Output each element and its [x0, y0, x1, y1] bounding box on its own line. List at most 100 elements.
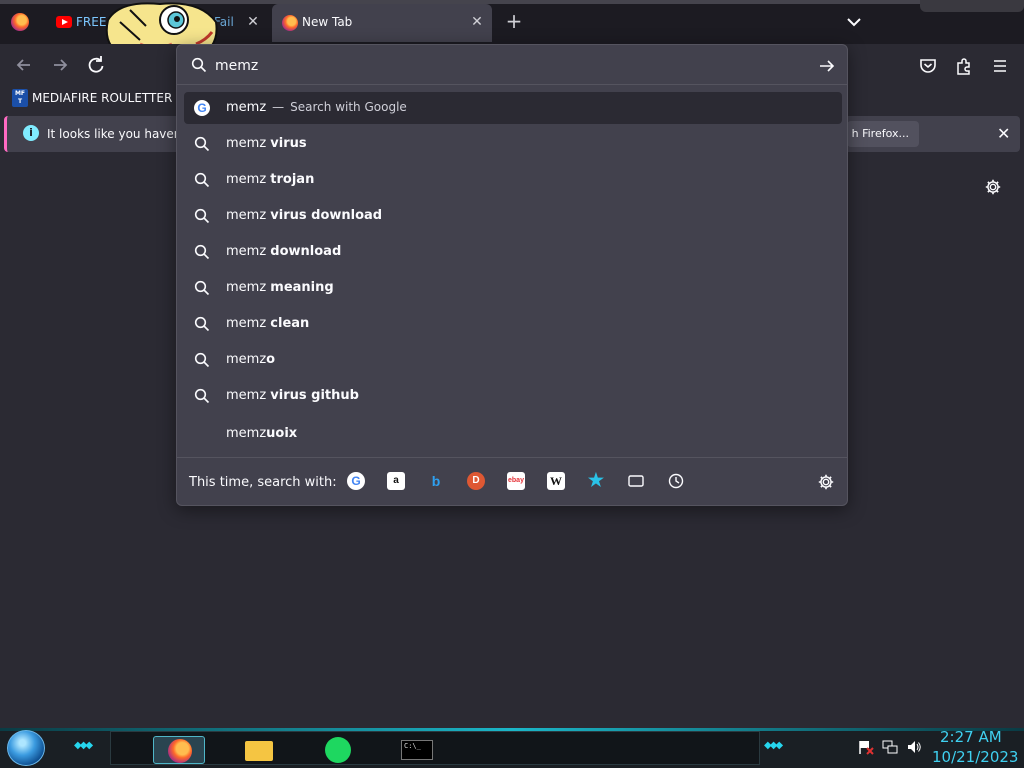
suggestion-completion: clean	[270, 316, 310, 331]
chevron-down-icon	[847, 18, 861, 27]
bookmarks-star-icon[interactable]: ★	[587, 471, 605, 490]
suggestion-text: memz trojan	[226, 172, 314, 187]
tab-close-icon[interactable]: ✕	[244, 13, 262, 31]
search-icon	[194, 352, 210, 368]
suggestion-prefix: memz	[226, 136, 271, 151]
suggestion-prefix: memz	[226, 426, 267, 441]
extensions-button[interactable]	[954, 56, 974, 76]
arrow-right-icon	[820, 60, 835, 72]
suggestion-row[interactable]: memzuoix	[184, 418, 842, 450]
clock-date[interactable]: 10/21/2023	[932, 748, 1018, 766]
close-icon[interactable]: ✕	[997, 124, 1010, 143]
arrow-right-icon	[54, 59, 68, 71]
suggestion-completion: o	[266, 352, 276, 367]
taskbar-terminal[interactable]: C:\_	[393, 736, 445, 764]
suggestion-text: memz clean	[226, 316, 309, 331]
suggestion-row[interactable]: memz virus	[184, 128, 842, 160]
suggestion-row[interactable]: memz virus github	[184, 380, 842, 412]
action-center-flag-icon[interactable]	[858, 739, 874, 755]
search-icon	[191, 57, 207, 73]
firefox-icon	[282, 15, 298, 31]
reload-button[interactable]	[82, 51, 110, 79]
window-corner-decoration	[920, 0, 1024, 12]
tab-close-icon[interactable]: ✕	[468, 13, 486, 31]
suggestion-text: memzuoix	[226, 426, 297, 441]
go-button[interactable]	[817, 56, 837, 76]
search-settings-button[interactable]	[817, 473, 835, 491]
terminal-icon: C:\_	[401, 740, 433, 760]
suggestion-text: memz download	[226, 244, 341, 259]
firefox-icon	[168, 739, 192, 763]
urlbar	[177, 45, 847, 85]
taskbar-file-explorer[interactable]	[233, 736, 285, 764]
suggestion-action: Search with Google	[290, 100, 407, 114]
google-icon: G	[194, 100, 210, 116]
google-icon[interactable]: G	[347, 472, 365, 490]
notification-action-label: h Firefox...	[851, 127, 909, 140]
suggestion-row[interactable]: Gmemz — Search with Google	[184, 92, 842, 124]
taskbar-firefox[interactable]	[153, 736, 205, 764]
pocket-icon	[920, 59, 936, 73]
bookmark-mediafire-rouletter[interactable]: MEDIAFIRE ROULETTER	[32, 91, 172, 105]
tabs-icon[interactable]	[627, 472, 645, 490]
suggestion-prefix: memz	[226, 388, 271, 403]
notification-message: It looks like you haven't s	[47, 127, 181, 141]
hamburger-menu-icon	[994, 60, 1006, 72]
suggestion-row[interactable]: memz download	[184, 236, 842, 268]
search-icon	[194, 316, 210, 332]
suggestion-row[interactable]: memz virus download	[184, 200, 842, 232]
newtab-settings-button[interactable]	[984, 178, 1002, 196]
suggestion-row[interactable]: memz meaning	[184, 272, 842, 304]
start-button[interactable]	[7, 730, 45, 766]
suggestion-text: memz virus github	[226, 388, 359, 403]
suggestion-prefix: memz	[226, 244, 271, 259]
urlbar-input[interactable]	[215, 56, 805, 76]
history-icon[interactable]	[667, 472, 685, 490]
suggestion-text: memz virus	[226, 136, 307, 151]
search-icon	[194, 280, 210, 296]
taskbar-spotify[interactable]	[313, 736, 365, 764]
gear-icon	[985, 179, 1001, 195]
mediafire-icon: MF T	[12, 89, 28, 107]
arrow-left-icon	[16, 59, 30, 71]
reload-icon	[88, 56, 104, 73]
suggestion-prefix: memz	[226, 172, 271, 187]
suggestion-prefix: memz	[226, 280, 271, 295]
amazon-icon[interactable]: a	[387, 472, 405, 490]
gear-icon	[818, 474, 834, 490]
suggestion-prefix: memz	[226, 316, 271, 331]
tab-new-tab[interactable]: New Tab ✕	[272, 4, 492, 42]
info-icon: i	[23, 125, 39, 141]
suggestion-text: memz virus download	[226, 208, 382, 223]
clock-time[interactable]: 2:27 AM	[940, 728, 1002, 746]
search-icon	[194, 208, 210, 224]
suggestion-text: memzo	[226, 352, 275, 367]
bing-icon[interactable]: b	[427, 472, 445, 490]
volume-icon[interactable]	[906, 739, 922, 755]
new-tab-button[interactable]: +	[504, 11, 524, 32]
wikipedia-icon[interactable]: W	[547, 472, 565, 490]
network-icon[interactable]	[882, 739, 898, 755]
duckduckgo-icon[interactable]: D	[467, 472, 485, 490]
notification-action-button[interactable]: h Firefox...	[847, 121, 919, 147]
suggestion-completion: virus download	[270, 208, 383, 223]
suggestion-row[interactable]: memz trojan	[184, 164, 842, 196]
firefox-view-icon[interactable]	[11, 13, 29, 31]
back-button[interactable]	[10, 51, 38, 79]
forward-button[interactable]	[46, 51, 74, 79]
list-all-tabs-button[interactable]	[844, 12, 864, 32]
ebay-icon[interactable]: ebay	[507, 472, 525, 490]
puzzle-icon	[957, 58, 970, 75]
suggestion-completion: download	[270, 244, 342, 259]
spotify-icon	[325, 737, 351, 763]
suggestion-row[interactable]: memz clean	[184, 308, 842, 340]
file-explorer-icon	[245, 741, 273, 761]
suggestion-row[interactable]: memzo	[184, 344, 842, 376]
decorative-chevrons: ◆◆◆	[74, 740, 93, 751]
suggestion-prefix: memz	[226, 100, 267, 115]
pocket-button[interactable]	[918, 56, 938, 76]
tab-label: New Tab	[302, 15, 353, 29]
app-menu-button[interactable]	[990, 56, 1010, 76]
suggestion-completion: trojan	[270, 172, 315, 187]
decorative-chevrons: ◆◆◆	[764, 740, 783, 751]
